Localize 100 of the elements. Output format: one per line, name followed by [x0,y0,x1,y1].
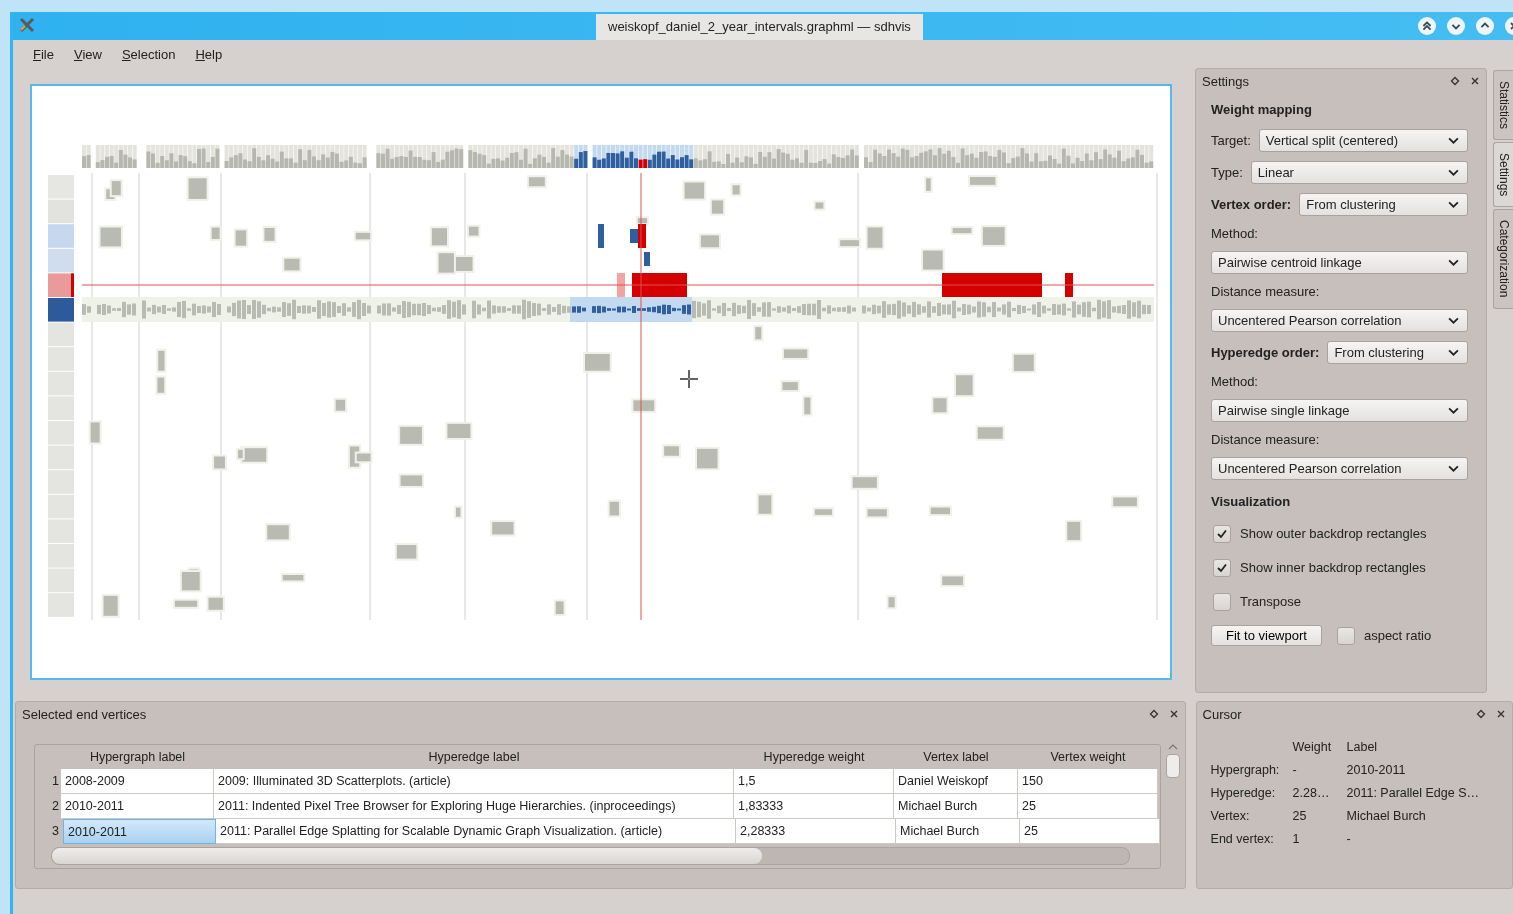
row-label: Hyperedge: [1210,786,1277,800]
chevron-down-icon [1448,169,1459,176]
dropdown[interactable]: From clustering [1299,193,1468,216]
weight-value: 25 [1292,809,1308,823]
column-header[interactable]: Hypergraph label [61,750,214,764]
menu-item[interactable]: View [63,46,112,62]
table-cell: 150 [1018,769,1158,794]
side-tab[interactable]: Statistics [1493,70,1513,140]
label-value: Michael Burch [1346,809,1427,823]
checkbox-label: Show outer backdrop rectangles [1240,526,1427,541]
section-heading: Weight mapping [1211,101,1313,119]
keep-above-button[interactable] [1418,17,1436,35]
side-tab[interactable]: Settings [1493,142,1513,208]
field-label: Method: [1211,373,1259,391]
column-label: Weight [1292,740,1333,754]
field-label: Hyperedge order: [1211,345,1320,360]
checkmark-icon [1216,527,1228,540]
label-value: 2011: Parallel Edge S… [1346,786,1481,800]
table-cell: 1,5 [734,769,894,794]
float-icon[interactable] [1450,76,1460,86]
field-label: Target: [1211,133,1251,148]
table-cell: Michael Burch [894,794,1018,819]
field-label: Method: [1211,225,1259,243]
table-cell: Michael Burch [896,819,1020,844]
window-title: weiskopf_daniel_2_year_intervals.graphml — sdhvis [596,14,923,40]
checkbox[interactable] [1213,524,1231,543]
horizontal-scrollbar[interactable] [51,847,1130,865]
column-header[interactable]: Hyperedge label [214,750,734,764]
weight-value: - [1292,763,1298,777]
chevron-down-icon [1448,259,1459,266]
table-cell: 1,83333 [734,794,894,819]
dropdown[interactable]: Uncentered Pearson correlation [1211,457,1468,480]
crosshair-cursor-icon [679,369,699,389]
table-cell: 2009: Illuminated 3D Scatterplots. (article) [214,769,734,794]
section-heading: Visualization [1211,493,1292,511]
table-cell: 2,28333 [736,819,896,844]
table-cell: Daniel Weiskopf [894,769,1018,794]
field-label: Vertex order: [1211,197,1292,212]
panel-title: Cursor [1202,706,1242,722]
scroll-thumb[interactable] [1166,754,1180,778]
close-icon[interactable] [1470,76,1480,86]
close-icon[interactable] [1168,709,1179,719]
checkbox[interactable] [1336,626,1355,645]
dropdown[interactable]: Vertical split (centered) [1258,129,1468,152]
dropdown[interactable]: Pairwise single linkage [1211,399,1468,422]
panel-title: Settings [1202,73,1249,89]
menu-item[interactable]: File [23,46,64,62]
maximize-button[interactable] [1476,17,1494,35]
column-header[interactable]: Hyperedge weight [734,750,894,764]
field-label: Type: [1211,165,1243,180]
chevron-down-icon [1448,465,1459,472]
table-cell: 2008-2009 [61,769,214,794]
scroll-thumb[interactable] [52,848,762,864]
checkbox-label: aspect ratio [1363,628,1432,643]
column-label: Label [1346,740,1379,754]
checkbox[interactable] [1213,558,1231,577]
column-header[interactable]: Vertex weight [1018,750,1158,764]
column-header[interactable]: Vertex label [894,750,1018,764]
table-cell: 2011: Parallel Edge Splatting for Scalable Dynamic Graph Visualization. (article) [216,819,736,844]
dropdown[interactable]: Linear [1250,161,1468,184]
app-icon [19,17,35,33]
table-cell: 2010-2011 [61,794,214,819]
dropdown[interactable]: Pairwise centroid linkage [1211,251,1468,274]
chevron-down-icon [1448,317,1459,324]
checkbox-label: Show inner backdrop rectangles [1240,560,1426,575]
menu-item[interactable]: Help [185,46,233,62]
weight-value: 2.28… [1292,786,1331,800]
float-icon[interactable] [1148,709,1159,719]
field-label: Distance measure: [1211,283,1321,301]
table-cell: 25 [1018,794,1158,819]
dropdown[interactable]: Uncentered Pearson correlation [1211,309,1468,332]
side-tab[interactable]: Categorization [1493,209,1513,309]
menu-item[interactable]: Selection [111,46,186,62]
table-cell: 25 [1020,819,1160,844]
chevron-down-icon [1448,407,1459,414]
panel-title: Selected end vertices [22,706,147,722]
row-label: Vertex: [1210,809,1251,823]
label-value: - [1346,832,1352,846]
row-number: 3 [51,823,60,840]
chevron-down-icon [1448,349,1459,356]
float-icon[interactable] [1476,709,1486,719]
label-value: 2010-2011 [1346,763,1407,777]
checkbox-label: Transpose [1240,594,1301,609]
weight-value: 1 [1292,832,1301,846]
chevron-down-icon [1448,137,1459,144]
chevron-down-icon [1448,201,1459,208]
row-label: End vertex: [1210,832,1275,846]
table-cell: 2011: Indented Pixel Tree Browser for Exploring Huge Hierarchies. (inproceedings) [214,794,734,819]
checkmark-icon [1216,561,1228,574]
row-number: 2 [51,798,60,815]
dropdown[interactable]: From clustering [1327,341,1468,364]
table-cell: 2010-2011 [63,819,216,844]
checkbox[interactable] [1213,592,1231,611]
row-number: 1 [51,773,60,790]
close-icon[interactable] [1496,709,1506,719]
double-chevron-up-icon [1421,20,1433,32]
field-label: Distance measure: [1211,431,1321,449]
minimize-button[interactable] [1447,17,1465,35]
fit-button[interactable]: Fit to viewport [1211,625,1322,646]
row-label: Hypergraph: [1210,763,1281,777]
